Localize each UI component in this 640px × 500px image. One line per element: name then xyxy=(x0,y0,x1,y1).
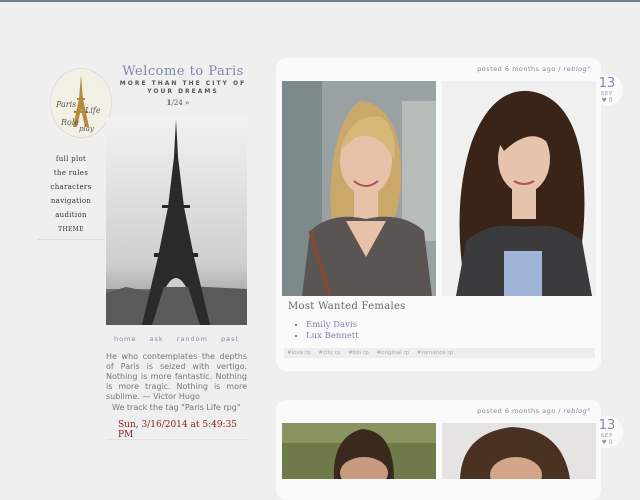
pagination-total: 24 xyxy=(174,99,183,107)
post-tags: #love rp #city rp #bio rp #original rp #… xyxy=(284,348,595,358)
post-meta: posted 6 months ago / reblog° xyxy=(477,407,591,415)
next-page-link[interactable]: » xyxy=(185,99,189,107)
portrait-photo xyxy=(442,81,596,296)
tag-link[interactable]: #love rp xyxy=(287,350,311,356)
tag-link[interactable]: #original rp xyxy=(376,350,409,356)
sidebar-image xyxy=(106,117,247,325)
link-home[interactable]: home xyxy=(114,335,136,343)
blog-title: Welcome to Paris xyxy=(116,64,250,79)
post-title: Most Wanted Females xyxy=(288,301,406,312)
link-ask[interactable]: ask xyxy=(149,335,163,343)
list-item[interactable]: Lux Bennett xyxy=(306,331,359,342)
nav-divider xyxy=(38,239,104,240)
list-item-label[interactable]: Emily Davis xyxy=(306,320,357,330)
post: posted 6 months ago / reblog° 13 SEP ♥ 0 xyxy=(276,400,601,500)
sidebar: Paris Life Role play Welcome to Paris MO… xyxy=(38,60,250,460)
reblog-link[interactable]: reblog xyxy=(564,65,588,73)
eiffel-logo-icon: Paris Life Role play xyxy=(51,69,111,137)
nav-item-characters[interactable]: characters xyxy=(38,180,104,194)
portrait-photo xyxy=(282,423,436,479)
post-photo-brunette-woman xyxy=(442,81,596,296)
theme-credit-link[interactable]: THEME xyxy=(38,224,104,236)
nav-item-navigation[interactable]: navigation xyxy=(38,194,104,208)
sidebar-divider xyxy=(106,439,247,440)
footer-links: home ask random past xyxy=(106,335,247,343)
window-top-border xyxy=(0,0,640,2)
current-datetime: Sun, 3/16/2014 at 5:49:35 PM xyxy=(118,420,248,440)
pagination: 1/24 » xyxy=(158,98,198,107)
link-past[interactable]: past xyxy=(221,335,239,343)
reblog-icon: ° xyxy=(587,407,591,415)
tracking-tag-text: We track the tag "Paris Life rpg" xyxy=(112,403,252,412)
svg-text:play: play xyxy=(79,125,95,133)
blog-subtitle: MORE THAN THE CITY OF YOUR DREAMS xyxy=(116,80,250,96)
post-photo-blonde-woman xyxy=(282,81,436,296)
post-photo-man-left xyxy=(282,423,436,479)
nav-item-rules[interactable]: the rules xyxy=(38,166,104,180)
svg-text:Paris: Paris xyxy=(55,100,76,109)
svg-text:Role: Role xyxy=(60,118,79,127)
post: posted 6 months ago / reblog° 13 SEP ♥ 0 xyxy=(276,58,601,371)
nav-item-audition[interactable]: audition xyxy=(38,208,104,222)
list-item[interactable]: Emily Davis xyxy=(306,320,359,331)
tag-link[interactable]: #romance rp xyxy=(417,350,453,356)
tag-link[interactable]: #bio rp xyxy=(348,350,369,356)
post-timestamp[interactable]: posted 6 months ago / xyxy=(477,65,563,73)
portrait-photo xyxy=(442,423,596,479)
list-item-label[interactable]: Lux Bennett xyxy=(306,331,359,341)
post-list: Emily Davis Lux Bennett xyxy=(306,320,359,342)
eiffel-tower-photo xyxy=(106,117,247,325)
reblog-icon: ° xyxy=(587,65,591,73)
link-random[interactable]: random xyxy=(177,335,208,343)
tag-link[interactable]: #city rp xyxy=(318,350,340,356)
nav-item-full-plot[interactable]: full plot xyxy=(38,152,104,166)
blog-description-quote: He who contemplates the depths of Paris … xyxy=(106,352,247,402)
reblog-link[interactable]: reblog xyxy=(564,407,588,415)
sidebar-nav: full plot the rules characters navigatio… xyxy=(38,152,104,240)
blog-logo[interactable]: Paris Life Role play xyxy=(50,68,112,138)
portrait-photo xyxy=(282,81,436,296)
post-meta: posted 6 months ago / reblog° xyxy=(477,65,591,73)
post-photo-man-right xyxy=(442,423,596,479)
post-timestamp[interactable]: posted 6 months ago / xyxy=(477,407,563,415)
svg-text:Life: Life xyxy=(84,106,101,115)
